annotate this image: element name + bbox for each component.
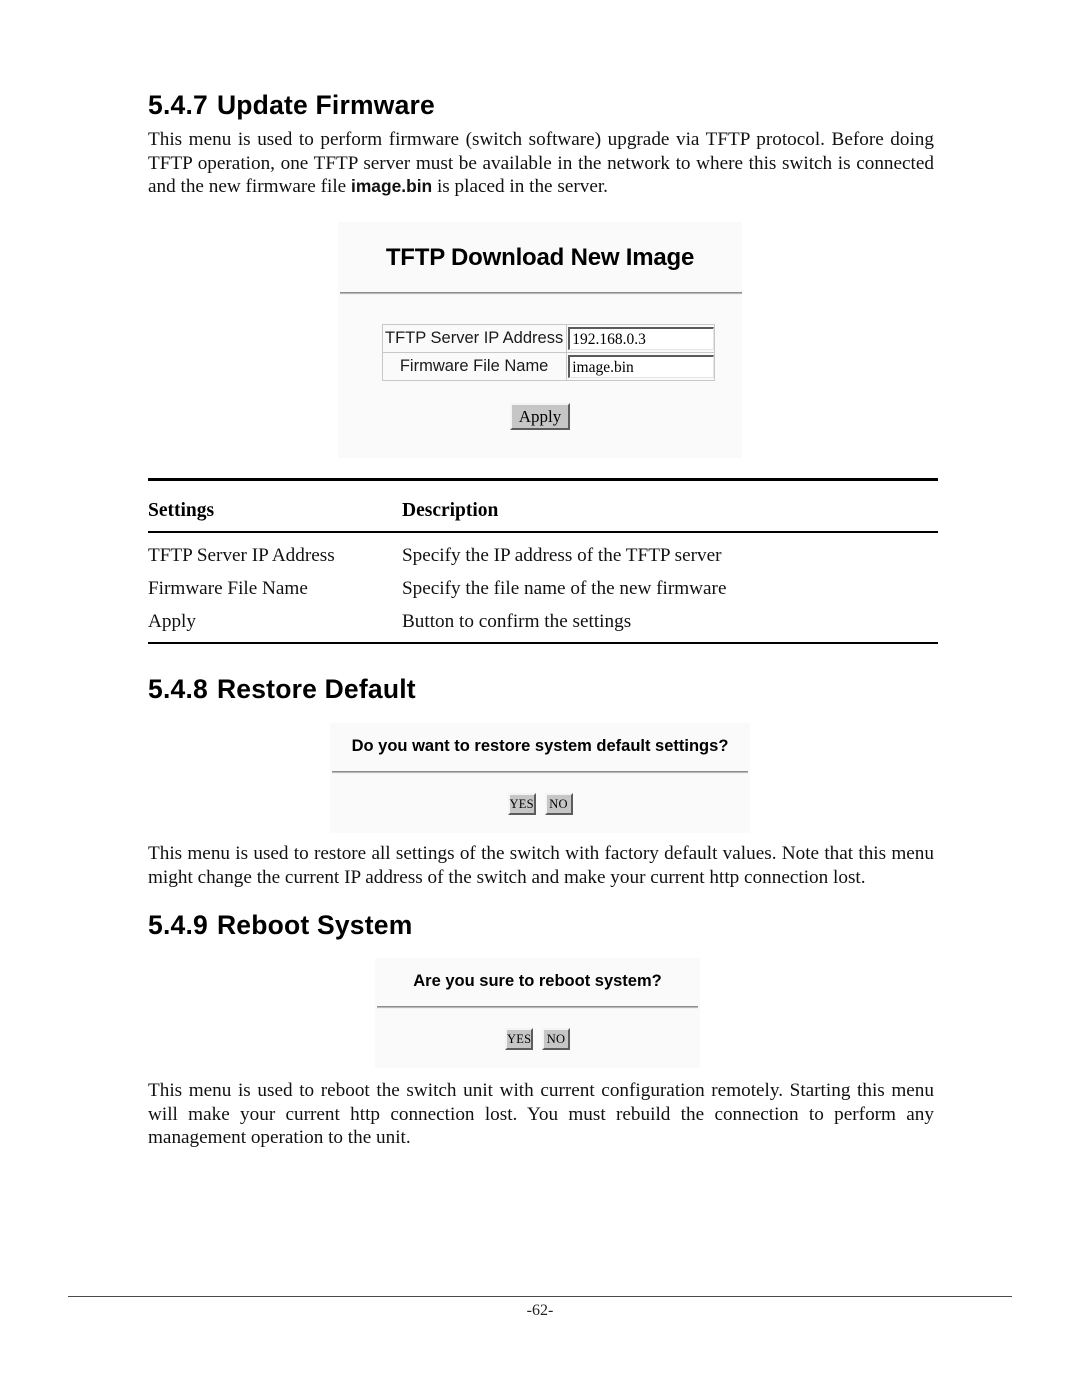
table-row-setting-2: Firmware File Name bbox=[148, 578, 308, 599]
table-row-setting-3: Apply bbox=[148, 611, 196, 632]
settings-description-table: Settings Description TFTP Server IP Addr… bbox=[148, 478, 938, 644]
table-row-description-2: Specify the file name of the new firmwar… bbox=[402, 578, 727, 599]
input-cell-tftp-server-ip: 192.168.0.3 bbox=[566, 324, 716, 353]
restore-yes-button[interactable]: YES bbox=[507, 793, 536, 815]
heading-number: 5.4.7 bbox=[148, 90, 208, 120]
firmware-file-name-input[interactable]: image.bin bbox=[568, 355, 715, 378]
column-header-settings: Settings bbox=[148, 500, 215, 521]
table-row-setting-1: TFTP Server IP Address bbox=[148, 545, 335, 566]
footer-divider bbox=[68, 1296, 1012, 1297]
table-row-description-3: Button to confirm the settings bbox=[402, 611, 632, 632]
document-page: 5.4.7 Update Firmware This menu is used t… bbox=[0, 0, 1080, 1397]
table-header-rule bbox=[148, 531, 938, 533]
heading-title: Update Firmware bbox=[216, 90, 435, 120]
tftp-server-ip-input[interactable]: 192.168.0.3 bbox=[568, 327, 715, 350]
heading-reboot-system: 5.4.9 Reboot System bbox=[148, 910, 412, 941]
heading-number: 5.4.9 bbox=[148, 910, 208, 940]
restore-default-question: Do you want to restore system default se… bbox=[351, 737, 729, 755]
reboot-panel-divider bbox=[377, 1006, 698, 1009]
reboot-system-question: Are you sure to reboot system? bbox=[413, 972, 662, 990]
reboot-button-row: YES NO bbox=[375, 1028, 700, 1050]
restore-no-button[interactable]: NO bbox=[544, 793, 573, 815]
reboot-yes-button[interactable]: YES bbox=[505, 1028, 533, 1050]
form-row-server-ip: TFTP Server IP Address 192.168.0.3 bbox=[381, 324, 716, 353]
tftp-download-panel: TFTP Download New Image TFTP Server IP A… bbox=[338, 222, 742, 458]
heading-update-firmware: 5.4.7 Update Firmware bbox=[148, 90, 435, 121]
reboot-no-button[interactable]: NO bbox=[542, 1028, 570, 1050]
restore-button-row: YES NO bbox=[330, 793, 750, 815]
column-header-description: Description bbox=[402, 500, 499, 521]
table-top-rule bbox=[148, 478, 938, 481]
label-firmware-file-name: Firmware File Name bbox=[381, 352, 568, 381]
apply-button[interactable]: Apply bbox=[510, 403, 570, 430]
tftp-panel-divider bbox=[340, 292, 742, 295]
paragraph-update-firmware: This menu is used to perform firmware (s… bbox=[148, 128, 934, 199]
tftp-panel-title: TFTP Download New Image bbox=[385, 244, 695, 271]
label-tftp-server-ip: TFTP Server IP Address bbox=[381, 324, 568, 353]
paragraph-restore-default: This menu is used to restore all setting… bbox=[148, 843, 934, 888]
heading-restore-default: 5.4.8 Restore Default bbox=[148, 674, 416, 705]
table-row-description-1: Specify the IP address of the TFTP serve… bbox=[402, 545, 722, 566]
heading-title: Restore Default bbox=[216, 674, 416, 704]
table-bottom-rule bbox=[148, 642, 938, 644]
restore-panel-divider bbox=[332, 771, 748, 774]
paragraph-filename-emphasis: image.bin bbox=[350, 176, 433, 197]
reboot-system-panel: Are you sure to reboot system? YES NO bbox=[375, 958, 700, 1068]
heading-number: 5.4.8 bbox=[148, 674, 208, 704]
form-row-firmware-file: Firmware File Name image.bin bbox=[381, 352, 716, 381]
restore-default-panel: Do you want to restore system default se… bbox=[330, 723, 750, 833]
tftp-form-table: TFTP Server IP Address 192.168.0.3 Firmw… bbox=[381, 324, 716, 381]
input-cell-firmware-file: image.bin bbox=[566, 352, 716, 381]
paragraph-text-part2: is placed in the server. bbox=[432, 176, 608, 198]
tftp-button-row: Apply bbox=[338, 403, 742, 430]
paragraph-reboot-system: This menu is used to reboot the switch u… bbox=[148, 1080, 934, 1149]
heading-title: Reboot System bbox=[216, 910, 413, 940]
page-number: -62- bbox=[526, 1302, 554, 1319]
